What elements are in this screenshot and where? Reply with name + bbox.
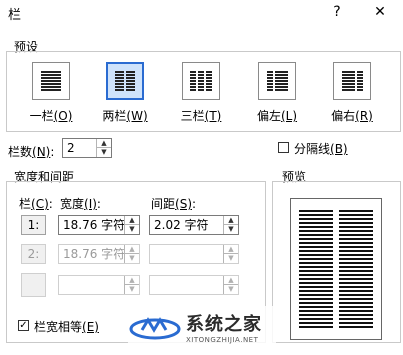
preset-two-columns[interactable]: 两栏(W): [95, 62, 155, 124]
one-column-icon: [32, 62, 70, 100]
separator-label: 分隔线(B): [294, 140, 348, 157]
width-spinner-2: 18.76 字符 ▲ ▼: [58, 244, 140, 264]
label-key: (E): [82, 320, 99, 334]
label-text: 分隔线: [294, 142, 331, 156]
width-header: 宽度(I):: [60, 195, 101, 212]
preview-column-2: [339, 210, 373, 328]
dialog-title: 栏: [8, 8, 22, 23]
spin-down-button[interactable]: ▼: [97, 148, 111, 157]
preset-key: (L): [280, 109, 298, 123]
preset-key: (O): [53, 109, 73, 123]
column-count-spinner[interactable]: 2 ▲ ▼: [62, 138, 112, 158]
spin-down-button[interactable]: ▼: [224, 225, 238, 234]
preset-left[interactable]: 偏左(L): [247, 62, 307, 124]
header-text: 宽度: [60, 197, 85, 211]
spin-up-button[interactable]: ▲: [224, 216, 238, 225]
watermark-logo-icon: [129, 317, 181, 340]
spin-down-button: ▼: [129, 285, 135, 293]
spin-up-button: ▲: [224, 245, 238, 254]
preset-label: 三栏: [180, 109, 205, 123]
preset-right[interactable]: 偏右(R): [322, 62, 382, 124]
spacing-input-2: [150, 245, 154, 263]
spacing-header: 间距(S):: [151, 195, 196, 212]
spin-up-button[interactable]: ▲: [97, 139, 111, 148]
left-column-icon: [258, 62, 296, 100]
preset-one-column[interactable]: 一栏(O): [21, 62, 81, 124]
width-spinner-1[interactable]: 18.76 字符 ▲ ▼: [58, 215, 140, 235]
spacing-spinner-1[interactable]: 2.02 字符 ▲ ▼: [149, 215, 239, 235]
spin-up-button: ▲: [125, 276, 139, 285]
preset-key: (R): [355, 109, 373, 123]
spin-down-button[interactable]: ▼: [125, 225, 139, 234]
separator-checkbox[interactable]: [278, 142, 289, 153]
preset-label: 两栏: [102, 109, 127, 123]
equal-width-checkbox[interactable]: ✓: [18, 320, 29, 331]
header-text: 间距: [151, 197, 176, 211]
label-text: 栏数: [8, 145, 33, 159]
preset-label: 偏右: [331, 109, 356, 123]
column-count-input[interactable]: 2: [63, 139, 99, 157]
label-colon: :: [50, 145, 55, 159]
spin-down-button: ▼: [129, 254, 135, 262]
spin-up-button[interactable]: ▲: [125, 216, 139, 225]
width-spinner-3: ▲ ▼: [58, 275, 140, 295]
preset-key: (T): [204, 109, 222, 123]
width-input-3: [59, 276, 63, 294]
spacing-input-1[interactable]: 2.02 字符: [150, 216, 209, 234]
spacing-spinner-2: ▲ ▼: [149, 244, 239, 264]
spin-down-button: ▼: [228, 254, 234, 262]
column-number-2: 2:: [21, 244, 46, 264]
spin-up-button: ▲: [125, 245, 139, 254]
column-count-label: 栏数(N):: [8, 143, 54, 160]
two-columns-icon: [106, 62, 144, 100]
header-text: 栏: [19, 197, 32, 211]
right-column-icon: [333, 62, 371, 100]
header-key: (S): [175, 197, 192, 211]
header-key: (C): [31, 197, 49, 211]
label-key: (N): [32, 145, 51, 159]
header-colon: :: [48, 197, 53, 211]
preview-page: [290, 198, 382, 340]
watermark-name: 系统之家: [186, 314, 262, 335]
header-key: (I): [84, 197, 97, 211]
column-number-3: [21, 273, 46, 297]
header-colon: :: [96, 197, 101, 211]
spacing-input-3: [150, 276, 154, 294]
preset-three-columns[interactable]: 三栏(T): [171, 62, 231, 124]
label-text: 栏宽相等: [34, 320, 83, 334]
spin-up-button: ▲: [224, 276, 238, 285]
help-button[interactable]: ?: [324, 1, 350, 23]
watermark-domain: XITONGZHIJIA.NET: [186, 336, 259, 344]
three-columns-icon: [182, 62, 220, 100]
column-number-1[interactable]: 1:: [21, 215, 46, 235]
spin-down-button: ▼: [228, 285, 234, 293]
width-input-1[interactable]: 18.76 字符: [59, 216, 125, 234]
preset-label: 一栏: [29, 109, 54, 123]
header-colon: :: [192, 197, 197, 211]
preset-key: (W): [126, 109, 148, 123]
close-button[interactable]: ✕: [367, 1, 393, 23]
label-key: (B): [330, 142, 348, 156]
title-bar: 栏 ? ✕: [0, 0, 403, 26]
col-header: 栏(C):: [19, 195, 53, 212]
preview-column-1: [299, 210, 333, 328]
preset-label: 偏左: [256, 109, 281, 123]
width-input-2: 18.76 字符: [63, 247, 126, 261]
watermark: 系统之家 XITONGZHIJIA.NET: [128, 306, 276, 350]
equal-width-label: 栏宽相等(E): [34, 318, 99, 335]
spacing-spinner-3: ▲ ▼: [149, 275, 239, 295]
